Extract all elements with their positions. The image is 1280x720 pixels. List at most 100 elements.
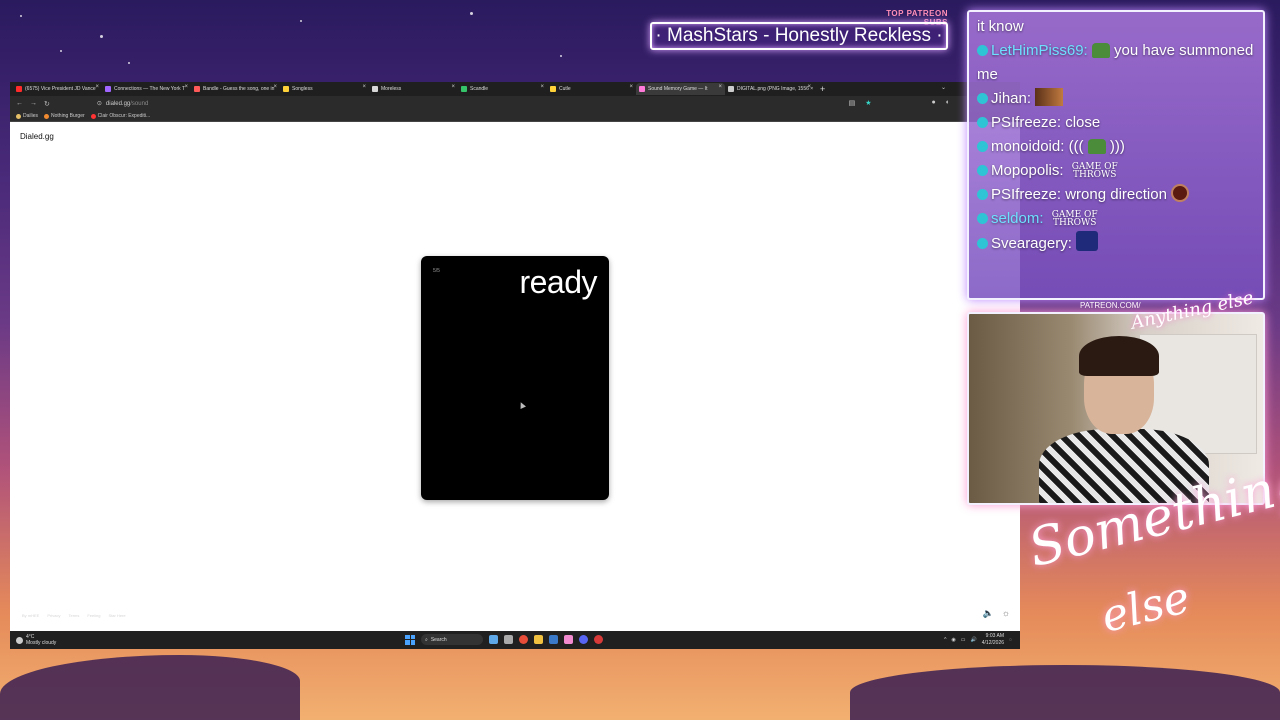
tab-favicon-icon [728,86,734,92]
chat-emote-icon: GAME OF THROWS [1071,162,1118,180]
tab-close-icon[interactable]: × [273,84,277,90]
theme-toggle-icon[interactable]: ☼ [1002,608,1010,619]
tray-overflow-icon[interactable]: ^ [944,637,946,643]
notification-icon[interactable]: ◌ [1009,637,1012,643]
tab-favicon-icon [461,86,467,92]
bookmark-icon [16,113,21,119]
chat-badge-icon [977,45,988,56]
windows-taskbar: 4°C Mostly cloudy ⌕ Search ^ ◉ ▭ 🔊 9:03 … [10,631,1020,649]
clock[interactable]: 9:03 AM 4/12/2026 [982,633,1004,647]
widgets-icon[interactable] [489,635,498,644]
tab-label: (6575) Vice President JD Vance [25,86,96,92]
tab-close-icon[interactable]: × [184,84,188,90]
chat-badge-icon [977,165,988,176]
mouse-cursor-icon [518,401,526,409]
reload-icon[interactable]: ↻ [44,100,50,108]
search-icon: ⌕ [425,636,428,643]
browser-tab[interactable]: Scandle × [458,83,547,95]
chat-username[interactable]: PSIfreeze: [991,114,1061,131]
browser-tab[interactable]: Bandle - Guess the song, one in × [191,83,280,95]
task-view-icon[interactable] [504,635,513,644]
tab-close-icon[interactable]: × [362,84,366,90]
tab-search-icon[interactable]: ⌄ [941,84,946,91]
network-icon[interactable]: ▭ [961,637,966,643]
back-icon[interactable]: ← [16,100,23,107]
bookmark-star-icon[interactable]: ★ [865,99,871,107]
chat-message: seldom: GAME OF THROWS [977,207,1255,231]
chat-username[interactable]: Mopopolis: [991,162,1064,179]
chat-username[interactable]: Svearagery: [991,235,1072,252]
chat-message: Jihan: [977,87,1255,111]
tab-close-icon[interactable]: × [95,84,99,90]
tab-close-icon[interactable]: × [540,84,544,90]
bookmark-item[interactable]: Dailies [16,113,38,119]
sound-toggle-icon[interactable]: 🔈 [983,608,994,619]
footer-link[interactable]: Privacy [47,613,60,618]
something-else-logo: Something else [1023,452,1280,643]
address-bar[interactable]: ⊙ dialed.gg/sound [97,98,837,109]
tab-favicon-icon [194,86,200,92]
bookmark-item[interactable]: Clair Obscur: Expediti... [90,113,150,119]
bookmark-icon [44,113,50,119]
system-tray: ^ ◉ ▭ 🔊 9:03 AM 4/12/2026 ◌ [944,633,1012,647]
tab-close-icon[interactable]: × [718,84,722,90]
chat-emote-icon [1091,43,1110,58]
footer-link[interactable]: Star Here [108,613,125,618]
browser-tab[interactable]: Cutle × [547,83,636,95]
browser-window: (6575) Vice President JD Vance × Connectio… [10,82,1020,649]
chat-emote-icon [1171,184,1190,202]
chat-text-after: ))) [1105,138,1125,155]
browser-tab[interactable]: Sound Memory Game — It × [636,83,725,95]
tab-label: Cutle [559,86,571,92]
chat-text: close [1065,114,1101,131]
bookmark-item[interactable]: Nothing Burger [44,113,85,119]
site-brand[interactable]: Dialed.gg [20,132,54,141]
taskbar-search-label: Search [430,636,447,643]
weather-widget[interactable]: 4°C Mostly cloudy [10,634,56,646]
chat-username[interactable]: monoidoid: [991,138,1064,155]
tab-label: Sound Memory Game — It [648,86,708,92]
site-info-icon[interactable]: ⊙ [97,100,102,107]
extension-icon[interactable]: ● [932,99,936,107]
file-explorer-icon[interactable] [534,635,543,644]
footer-link[interactable]: Terms [68,613,79,618]
browser-tab[interactable]: DIGITAL.png (PNG Image, 1556 × 1) × [725,83,814,95]
chat-message: Svearagery: [977,231,1255,256]
start-icon[interactable] [405,634,415,645]
game-card[interactable]: 5/5 ready [421,256,609,500]
tab-close-icon[interactable]: × [629,84,633,90]
webcam-patreon-label: PATREON.COM/ [1080,301,1141,310]
steam-icon[interactable] [549,635,558,644]
profile-icon[interactable]: ◐ [946,99,950,107]
bookmark-icon [90,113,96,119]
volume-icon[interactable]: 🔊 [971,637,977,643]
tab-close-icon[interactable]: × [451,84,455,90]
chat-username[interactable]: seldom: [991,210,1044,227]
new-tab-button[interactable]: + [820,84,825,94]
taskbar-search[interactable]: ⌕ Search [421,634,483,645]
chat-username[interactable]: LetHimPiss69: [991,42,1088,59]
forward-icon[interactable]: → [30,100,37,107]
mic-icon[interactable]: ◉ [951,637,955,643]
chat-emote-icon: GAME OF THROWS [1051,210,1098,228]
browser-tab[interactable]: Songless × [280,83,369,95]
browser-tab[interactable]: (6575) Vice President JD Vance × [13,83,102,95]
reader-mode-icon[interactable]: ▤ [849,99,856,107]
tab-favicon-icon [16,86,22,92]
tab-close-icon[interactable]: × [807,84,811,90]
browser-app-icon[interactable] [519,635,528,644]
chat-username[interactable]: PSIfreeze: [991,186,1061,203]
ready-label: ready [519,264,597,300]
photos-icon[interactable] [564,635,573,644]
browser-tab[interactable]: Connections — The New York T × [102,83,191,95]
weather-desc: Mostly cloudy [26,640,57,646]
taskbar-apps: ⌕ Search [405,634,603,645]
streamer [1039,334,1209,503]
obs-icon[interactable] [594,635,603,644]
discord-icon[interactable] [579,635,588,644]
chat-username[interactable]: Jihan: [991,90,1031,107]
footer-link[interactable]: Feeling [87,613,100,618]
chat-message: PSIfreeze: wrong direction [977,183,1255,207]
footer-link[interactable]: By mHEE [22,613,39,618]
browser-tab[interactable]: Moreless × [369,83,458,95]
